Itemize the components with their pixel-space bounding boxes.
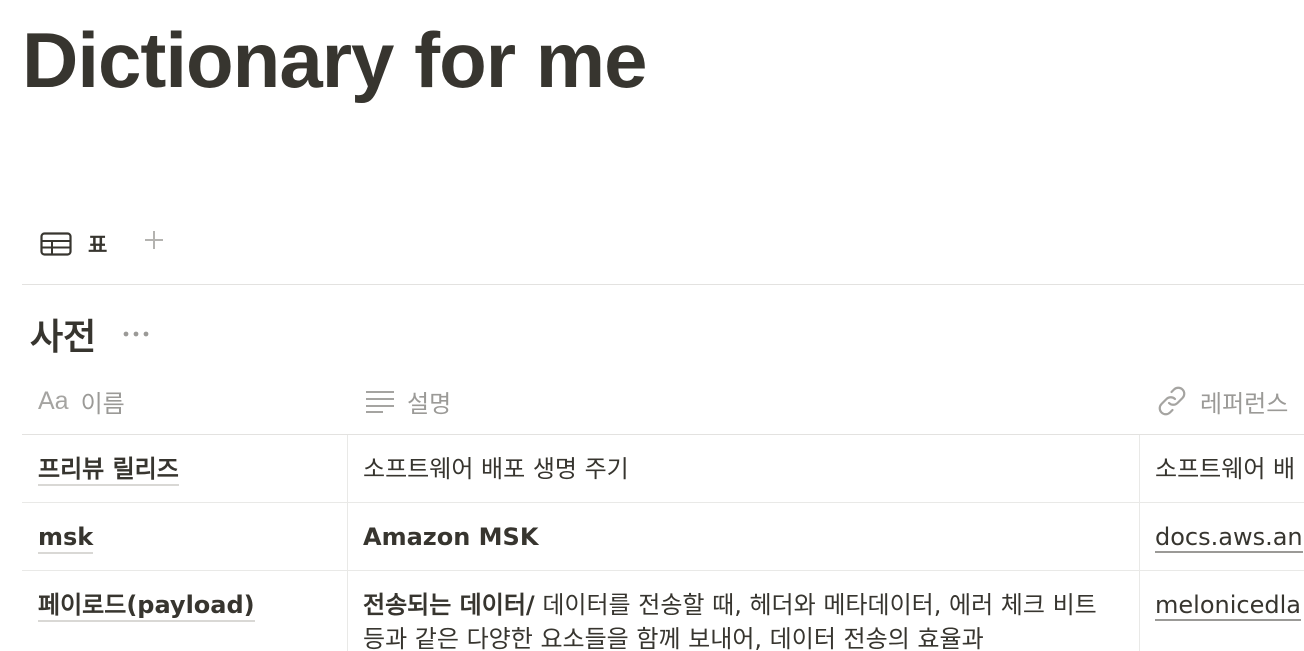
reference-link[interactable]: docs.aws.an bbox=[1155, 523, 1303, 553]
more-horizontal-icon[interactable] bbox=[122, 320, 150, 348]
reference-cell[interactable]: melonicedla bbox=[1139, 571, 1304, 651]
column-header-reference[interactable]: 레퍼런스 bbox=[1156, 368, 1288, 434]
name-cell[interactable]: 프리뷰 릴리즈 bbox=[22, 435, 348, 502]
table-icon bbox=[40, 232, 72, 256]
link-icon bbox=[1156, 386, 1188, 416]
table-header-row: Aa 이름 설명 레퍼런스 bbox=[22, 368, 1304, 435]
name-cell[interactable]: 페이로드(payload) bbox=[22, 571, 348, 651]
page-title: Dictionary for me bbox=[22, 16, 647, 104]
page-link[interactable]: 프리뷰 릴리즈 bbox=[38, 455, 179, 486]
view-tab-bar: 표 bbox=[22, 220, 1304, 285]
add-view-button[interactable] bbox=[140, 228, 168, 256]
reference-link[interactable]: melonicedla bbox=[1155, 591, 1301, 621]
description-cell[interactable]: Amazon MSK bbox=[347, 503, 1140, 570]
column-header-label: 레퍼런스 bbox=[1200, 389, 1289, 418]
description-cell[interactable]: 전송되는 데이터/ 데이터를 전송할 때, 헤더와 메타데이터, 에러 체크 비… bbox=[347, 571, 1140, 651]
column-header-label: 이름 bbox=[80, 389, 125, 418]
description-bold-text: Amazon MSK bbox=[363, 523, 539, 551]
text-lines-icon bbox=[365, 389, 395, 413]
table-row: msk Amazon MSK docs.aws.an bbox=[22, 503, 1304, 571]
column-header-name[interactable]: Aa 이름 bbox=[38, 368, 125, 434]
description-cell[interactable]: 소프트웨어 배포 생명 주기 bbox=[347, 435, 1140, 502]
plus-icon bbox=[143, 229, 165, 255]
table-row: 페이로드(payload) 전송되는 데이터/ 데이터를 전송할 때, 헤더와 … bbox=[22, 571, 1304, 651]
reference-text: 소프트웨어 배 bbox=[1155, 455, 1296, 483]
reference-cell[interactable]: 소프트웨어 배 bbox=[1139, 435, 1304, 502]
description-text: 소프트웨어 배포 생명 주기 bbox=[363, 455, 629, 483]
database-table: Aa 이름 설명 레퍼런스 프리뷰 릴리즈 소프트웨어 배포 생명 주기 소프트… bbox=[22, 368, 1304, 651]
table-row: 프리뷰 릴리즈 소프트웨어 배포 생명 주기 소프트웨어 배 bbox=[22, 435, 1304, 503]
column-header-description[interactable]: 설명 bbox=[365, 368, 451, 434]
tab-label: 표 bbox=[88, 233, 108, 257]
reference-cell[interactable]: docs.aws.an bbox=[1139, 503, 1304, 570]
page-link[interactable]: msk bbox=[38, 523, 94, 554]
tab-table-view[interactable]: 표 bbox=[40, 230, 107, 258]
database-title[interactable]: 사전 bbox=[30, 308, 96, 360]
name-cell[interactable]: msk bbox=[22, 503, 348, 570]
title-property-icon: Aa bbox=[38, 386, 69, 415]
description-bold-text: 전송되는 데이터/ bbox=[363, 591, 535, 619]
page-link[interactable]: 페이로드(payload) bbox=[38, 591, 255, 622]
database-header: 사전 bbox=[30, 308, 150, 360]
column-header-label: 설명 bbox=[407, 389, 452, 418]
